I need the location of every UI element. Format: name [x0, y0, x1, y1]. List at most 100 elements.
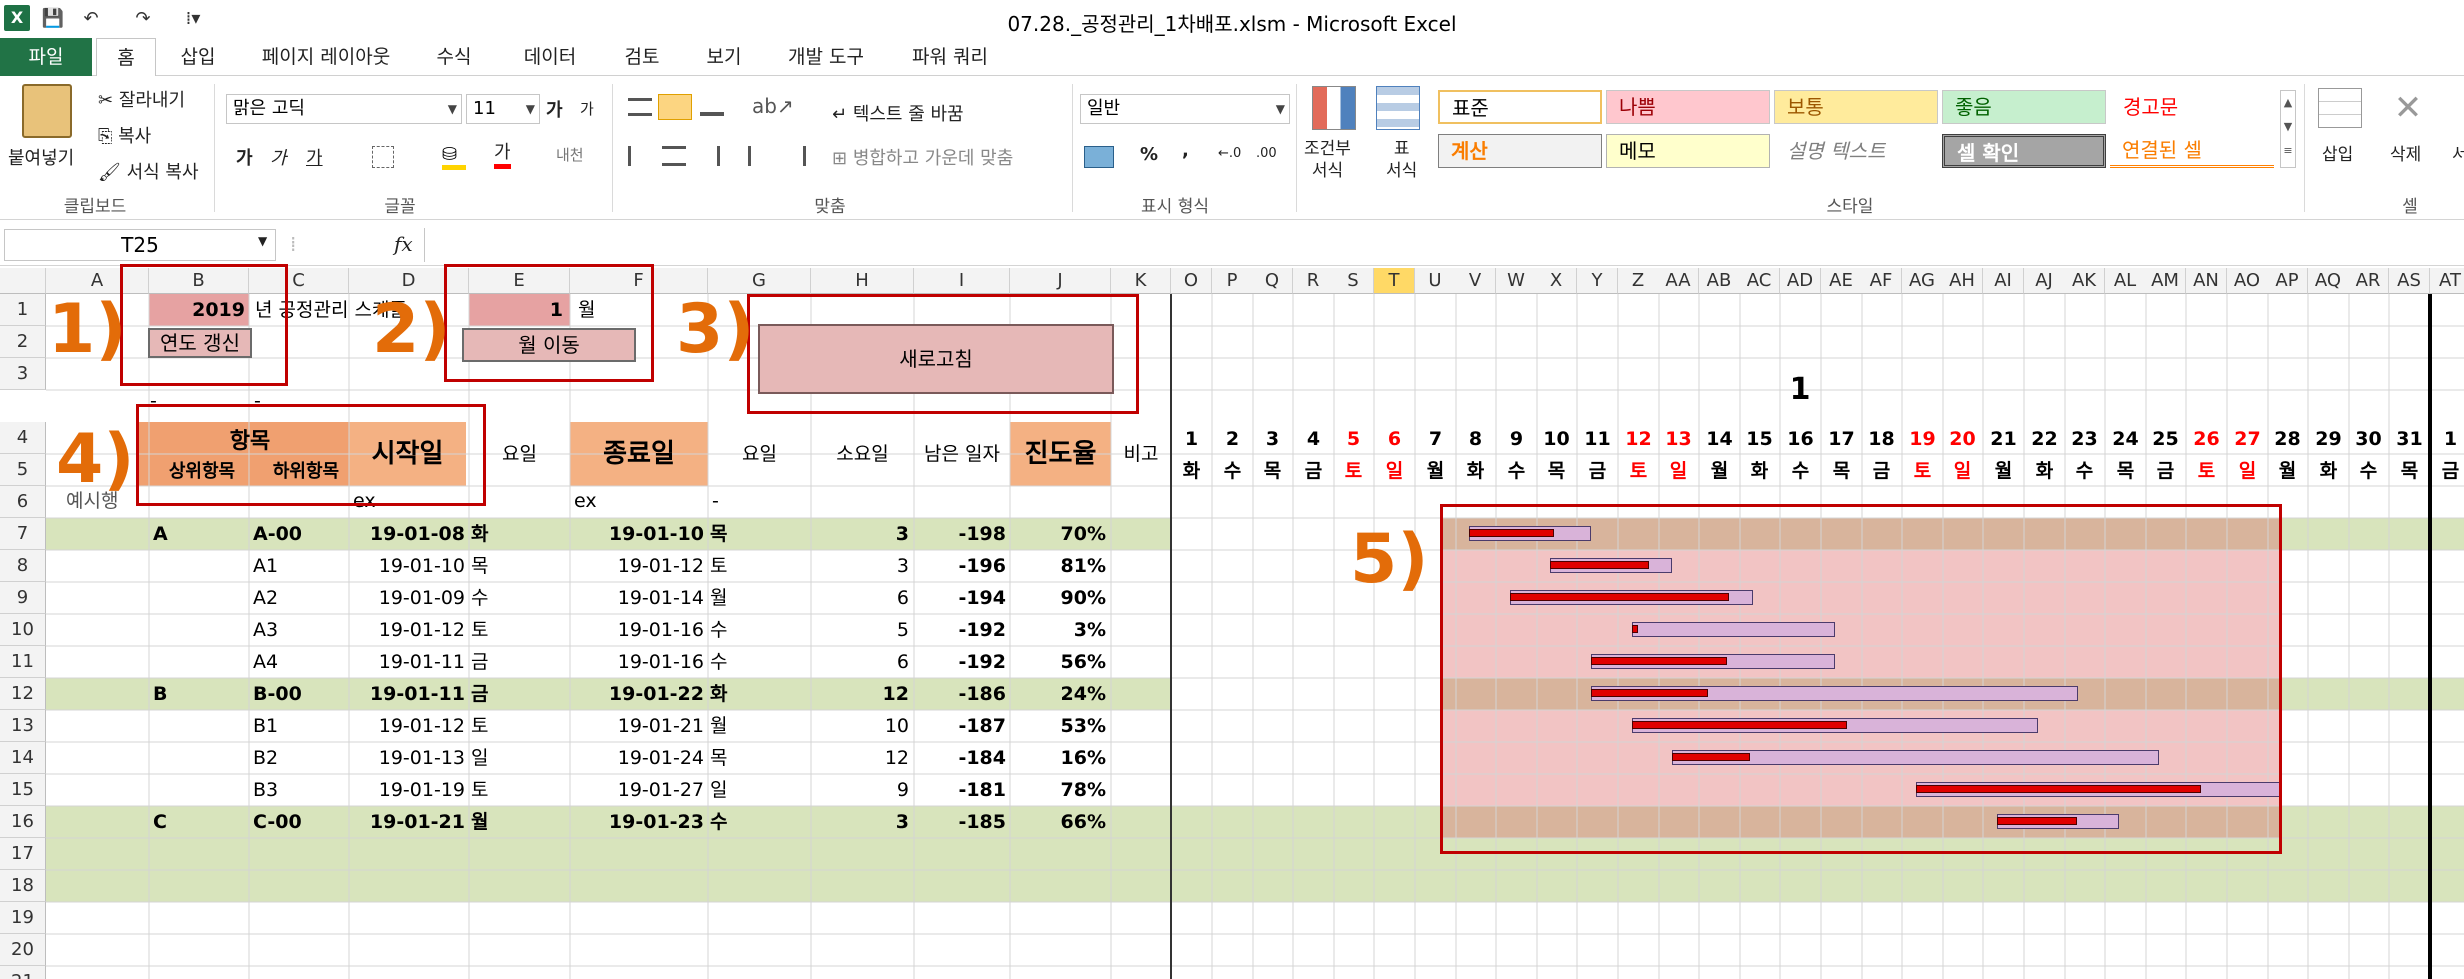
styles-scroll-icon[interactable]: ▲ ▼ ≡ — [2280, 90, 2296, 168]
conditional-format-icon[interactable] — [1312, 86, 1356, 130]
column-header-v[interactable]: V — [1455, 268, 1496, 294]
column-header-al[interactable]: AL — [2105, 268, 2146, 294]
tab-page-layout[interactable]: 페이지 레이아웃 — [246, 38, 406, 76]
column-header-ak[interactable]: AK — [2064, 268, 2105, 294]
style-normal[interactable]: 표준 — [1438, 90, 1602, 124]
conditional-format-button[interactable]: 조건부 서식 — [1304, 138, 1351, 182]
align-top-icon[interactable] — [628, 98, 652, 116]
column-header-ac[interactable]: AC — [1739, 268, 1780, 294]
tab-data[interactable]: 데이터 — [510, 38, 590, 76]
column-header-aa[interactable]: AA — [1658, 268, 1699, 294]
border-icon[interactable] — [372, 146, 394, 168]
column-header-ae[interactable]: AE — [1821, 268, 1862, 294]
percent-button[interactable]: % — [1140, 144, 1158, 165]
insert-cells-icon[interactable] — [2318, 88, 2362, 128]
row-header-14[interactable]: 14 — [0, 742, 46, 774]
underline-button[interactable]: 가 — [306, 144, 323, 170]
style-note[interactable]: 메모 — [1606, 134, 1770, 168]
align-middle-icon[interactable] — [658, 94, 692, 120]
insert-function-icon[interactable]: fx — [394, 232, 413, 256]
number-format-combo[interactable]: 일반 ▼ — [1080, 94, 1290, 124]
phonetic-button[interactable]: 내천 — [556, 144, 584, 165]
style-check-cell[interactable]: 셀 확인 — [1942, 134, 2106, 168]
shrink-font-button[interactable]: 가 — [580, 98, 594, 119]
column-header-ab[interactable]: AB — [1699, 268, 1740, 294]
row-header-13[interactable]: 13 — [0, 710, 46, 742]
font-color-button[interactable]: 가 — [494, 142, 511, 169]
paste-icon[interactable] — [22, 84, 72, 138]
row-header-20[interactable]: 20 — [0, 934, 46, 966]
column-header-aj[interactable]: AJ — [2024, 268, 2065, 294]
increase-indent-icon[interactable] — [782, 146, 806, 166]
column-header-ad[interactable]: AD — [1780, 268, 1821, 294]
tab-insert[interactable]: 삽입 — [168, 38, 228, 76]
align-center-icon[interactable] — [662, 146, 686, 166]
row-header-11[interactable]: 11 — [0, 646, 46, 678]
column-header-t[interactable]: T — [1374, 268, 1415, 294]
paste-button[interactable]: 붙여넣기 — [8, 144, 74, 170]
tab-file[interactable]: 파일 — [0, 38, 92, 76]
italic-button[interactable]: 가 — [270, 144, 287, 170]
row-header-15[interactable]: 15 — [0, 774, 46, 806]
column-header-k[interactable]: K — [1111, 268, 1171, 294]
comma-button[interactable]: , — [1182, 140, 1189, 161]
delete-cells-button[interactable]: 삭제 — [2390, 140, 2421, 165]
format-painter-button[interactable]: 🖌 서식 복사 — [98, 158, 199, 184]
grow-font-button[interactable]: 가 — [546, 96, 563, 122]
align-right-icon[interactable] — [696, 146, 720, 166]
row-header-1[interactable]: 1 — [0, 294, 46, 326]
tab-view[interactable]: 보기 — [694, 38, 754, 76]
align-bottom-icon[interactable] — [700, 98, 724, 116]
style-calculation[interactable]: 계산 — [1438, 134, 1602, 168]
column-header-r[interactable]: R — [1293, 268, 1334, 294]
decrease-indent-icon[interactable] — [748, 146, 772, 166]
align-left-icon[interactable] — [628, 146, 652, 166]
merge-center-button[interactable]: ⊞ 병합하고 가운데 맞춤 — [832, 144, 1013, 170]
formula-options-icon[interactable]: ⁞ — [290, 232, 296, 256]
column-header-u[interactable]: U — [1415, 268, 1456, 294]
column-header-am[interactable]: AM — [2145, 268, 2186, 294]
name-box-dropdown-icon[interactable]: ▼ — [258, 234, 267, 248]
tab-formulas[interactable]: 수식 — [424, 38, 484, 76]
row-header-21[interactable]: 21 — [0, 966, 46, 979]
column-header-af[interactable]: AF — [1861, 268, 1902, 294]
style-bad[interactable]: 나쁨 — [1606, 90, 1770, 124]
bold-button[interactable]: 가 — [236, 144, 253, 170]
column-header-x[interactable]: X — [1536, 268, 1577, 294]
style-explanatory[interactable]: 설명 텍스트 — [1774, 134, 1938, 168]
row-header-16[interactable]: 16 — [0, 806, 46, 838]
column-header-h[interactable]: H — [811, 268, 914, 294]
row-header-12[interactable]: 12 — [0, 678, 46, 710]
row-header-2[interactable]: 2 — [0, 326, 46, 358]
style-good[interactable]: 좋음 — [1942, 90, 2106, 124]
column-header-o[interactable]: O — [1171, 268, 1212, 294]
column-header-ag[interactable]: AG — [1902, 268, 1943, 294]
row-header-7[interactable]: 7 — [0, 518, 46, 550]
fill-color-icon[interactable]: ⛁ — [442, 144, 466, 170]
currency-icon[interactable] — [1084, 146, 1114, 168]
row-header-18[interactable]: 18 — [0, 870, 46, 902]
row-header-9[interactable]: 9 — [0, 582, 46, 614]
increase-decimal-button[interactable]: ←.0 — [1218, 146, 1241, 161]
column-header-an[interactable]: AN — [2186, 268, 2227, 294]
orientation-icon[interactable]: ab↗ — [752, 94, 794, 118]
tab-home[interactable]: 홈 — [96, 38, 156, 77]
format-as-table-button[interactable]: 표 서식 — [1386, 138, 1417, 182]
tab-review[interactable]: 검토 — [612, 38, 672, 76]
format-cells-button[interactable]: 서 — [2452, 140, 2464, 165]
decrease-decimal-button[interactable]: .00 — [1256, 146, 1277, 161]
row-header-5[interactable]: 5 — [0, 454, 46, 486]
column-header-ar[interactable]: AR — [2348, 268, 2389, 294]
column-header-ah[interactable]: AH — [1942, 268, 1983, 294]
column-header-s[interactable]: S — [1333, 268, 1374, 294]
column-header-i[interactable]: I — [914, 268, 1010, 294]
row-header-4[interactable]: 4 — [0, 422, 46, 454]
column-header-w[interactable]: W — [1496, 268, 1537, 294]
column-header-ai[interactable]: AI — [1983, 268, 2024, 294]
row-header-6[interactable]: 6 — [0, 486, 46, 518]
style-warning[interactable]: 경고문 — [2110, 90, 2274, 124]
row-header-3[interactable]: 3 — [0, 358, 46, 390]
column-header-z[interactable]: Z — [1618, 268, 1659, 294]
column-header-as[interactable]: AS — [2389, 268, 2430, 294]
format-as-table-icon[interactable] — [1376, 86, 1420, 130]
